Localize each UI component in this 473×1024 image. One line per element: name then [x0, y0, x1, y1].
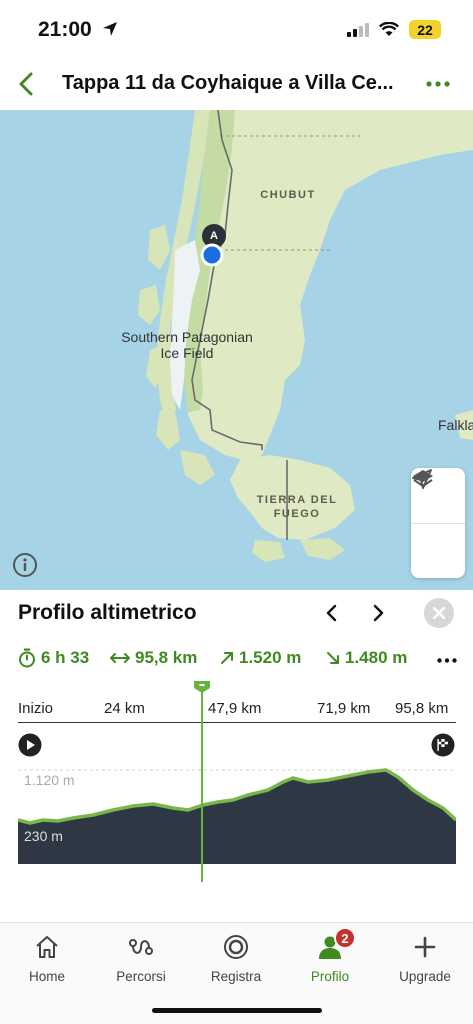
map-pin-letter: A	[210, 230, 218, 242]
map-info-button[interactable]	[12, 552, 38, 578]
finish-marker	[431, 733, 455, 757]
map-label-chubut: CHUBUT	[260, 189, 316, 201]
home-icon	[36, 936, 58, 958]
play-start-icon	[18, 733, 42, 757]
axis-label-47-9km: 47,9 km	[208, 700, 262, 717]
more-dots-icon	[426, 81, 450, 87]
descent-arrow-icon	[327, 652, 339, 664]
profile-next-button[interactable]	[366, 600, 392, 626]
route-icon	[129, 939, 153, 955]
tab-registra-label: Registra	[210, 969, 262, 984]
more-options-button[interactable]	[423, 70, 453, 98]
cursor-handle-icon	[194, 681, 210, 693]
map-label-ice-field-2: Ice Field	[160, 345, 214, 361]
close-icon	[432, 606, 446, 620]
back-button[interactable]	[8, 66, 44, 102]
stat-descent-value: 1.480 m	[345, 648, 408, 667]
distance-axis: Inizio 24 km 47,9 km 71,9 km 95,8 km	[18, 700, 456, 720]
axis-label-start: Inizio	[18, 700, 54, 717]
axis-label-24km: 24 km	[104, 700, 145, 717]
notification-badge: 2	[334, 927, 356, 949]
ascent-arrow-icon	[221, 652, 233, 664]
tab-home[interactable]: Home	[7, 933, 87, 989]
map-view[interactable]: A CHUBUT Southern Patagonian Ice Field F…	[0, 110, 473, 590]
finish-flag-icon	[431, 733, 455, 757]
profile-cursor-handle[interactable]	[193, 680, 211, 694]
stat-distance-value: 95,8 km	[135, 648, 198, 667]
locate-arrow-icon	[412, 469, 432, 489]
map-locate-button[interactable]	[411, 469, 465, 578]
record-icon	[224, 935, 248, 959]
stat-duration: 6 h 33	[18, 648, 89, 668]
location-arrow-icon	[102, 22, 117, 36]
profile-prev-button[interactable]	[318, 600, 344, 626]
tab-profilo-label: Profilo	[310, 969, 350, 984]
stat-distance: 95,8 km	[110, 648, 197, 668]
tab-profilo[interactable]: 2 Profilo	[290, 927, 370, 989]
elevation-high-label: 1.120 m	[24, 772, 75, 788]
stat-ascent-value: 1.520 m	[239, 648, 302, 667]
stopwatch-icon	[19, 648, 35, 668]
back-chevron-icon	[19, 72, 33, 96]
battery-icon: 22	[409, 20, 441, 39]
axis-label-71-9km: 71,9 km	[317, 700, 371, 717]
map-label-ice-field-1: Southern Patagonian	[121, 329, 253, 345]
map-label-falkland: Falkla	[438, 417, 473, 433]
elevation-low-label: 230 m	[24, 828, 63, 844]
map-controls	[411, 468, 465, 578]
axis-line	[18, 722, 456, 723]
start-marker	[18, 733, 42, 757]
stat-duration-value: 6 h 33	[41, 648, 90, 667]
tab-upgrade-label: Upgrade	[399, 969, 451, 984]
elevation-chart[interactable]: 1.120 m 230 m	[17, 760, 458, 864]
tab-percorsi-label: Percorsi	[116, 969, 166, 984]
distance-arrows-icon	[110, 653, 130, 663]
status-time: 21:00	[38, 18, 118, 42]
profile-cursor-line[interactable]	[201, 690, 203, 882]
wifi-icon	[379, 22, 399, 36]
tab-home-label: Home	[28, 969, 65, 984]
signal-icon	[347, 22, 369, 37]
stats-more-button[interactable]	[436, 650, 458, 670]
elevation-profile-graphic	[17, 768, 458, 864]
page-title: Tappa 11 da Coyhaique a Villa Ce...	[62, 72, 394, 94]
chevron-right-icon	[373, 604, 384, 622]
tab-percorsi[interactable]: Percorsi	[101, 933, 181, 989]
header: Tappa 11 da Coyhaique a Villa Ce...	[0, 58, 473, 110]
tab-upgrade[interactable]: Upgrade	[385, 933, 465, 989]
stat-descent: 1.480 m	[326, 648, 407, 668]
battery-level: 22	[417, 21, 433, 38]
map-label-tierra-2: FUEGO	[273, 508, 321, 520]
profile-title: Profilo altimetrico	[18, 601, 197, 624]
home-indicator	[152, 1008, 322, 1013]
route-stats: 6 h 33 95,8 km 1.520 m 1.480 m	[18, 648, 458, 672]
plus-icon	[414, 936, 436, 958]
status-bar: 21:00 22	[0, 0, 473, 58]
axis-label-95-8km: 95,8 km	[395, 700, 449, 717]
profile-close-button[interactable]	[424, 598, 454, 628]
status-time-text: 21:00	[38, 18, 92, 41]
chevron-left-icon	[326, 604, 337, 622]
more-dots-icon	[437, 657, 457, 663]
tab-registra[interactable]: Registra	[196, 933, 276, 989]
stat-ascent: 1.520 m	[220, 648, 301, 668]
info-icon	[13, 553, 37, 577]
